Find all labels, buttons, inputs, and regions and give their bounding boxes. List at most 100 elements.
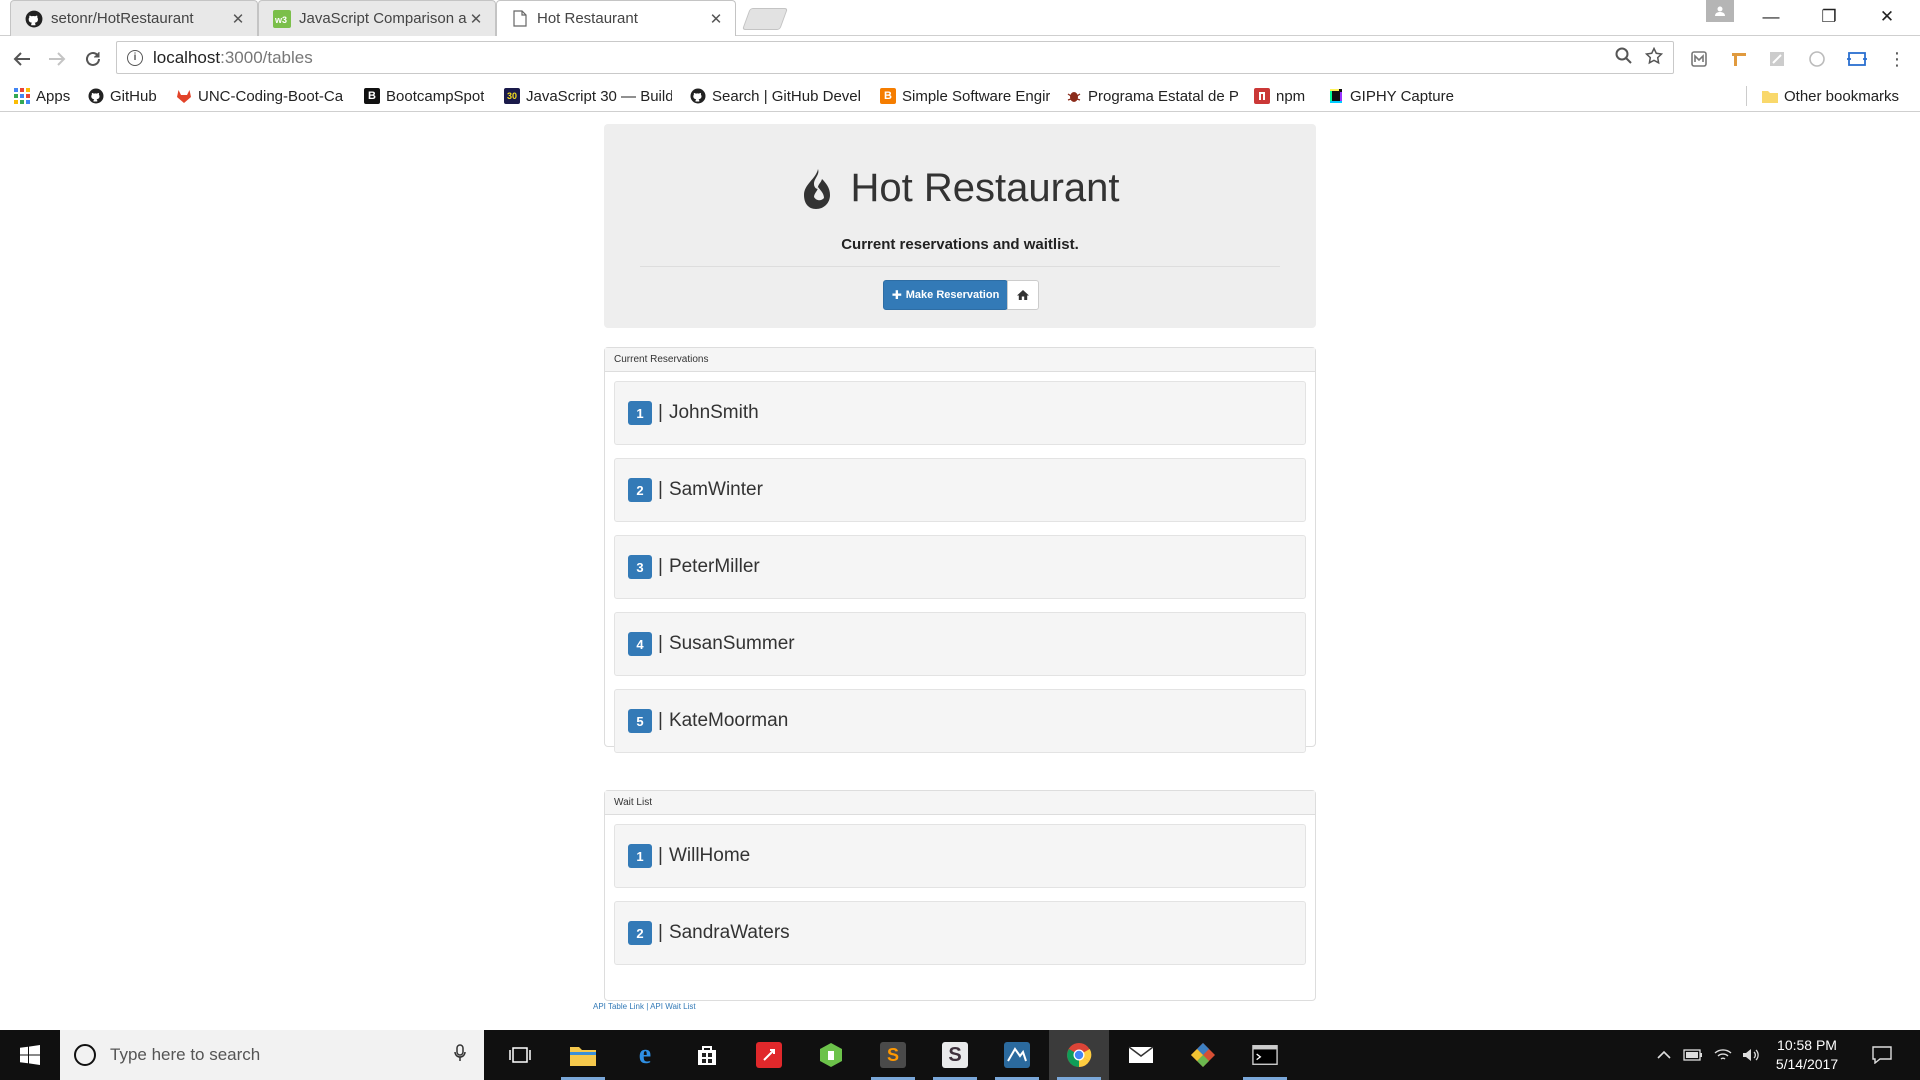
- apps-grid-icon: [14, 88, 30, 104]
- tab-title: Hot Restaurant: [537, 10, 638, 27]
- taskbar-node[interactable]: [801, 1030, 861, 1080]
- bookmark-giphy[interactable]: GIPHY Capture: [1328, 86, 1454, 106]
- start-button[interactable]: [0, 1030, 60, 1080]
- page-content: Hot Restaurant Current reservations and …: [0, 112, 1920, 1030]
- api-waitlist-link[interactable]: API Wait List: [650, 1002, 696, 1011]
- clock-date: 5/14/2017: [1775, 1056, 1839, 1072]
- page-icon: [511, 10, 529, 28]
- bookmark-apps[interactable]: Apps: [14, 86, 70, 106]
- folder-icon: [570, 1042, 596, 1068]
- separator: |: [658, 402, 663, 423]
- tab-w3schools[interactable]: w3 JavaScript Comparison and ✕: [258, 0, 496, 36]
- restore-button[interactable]: ❐: [1800, 0, 1858, 34]
- taskbar-edge[interactable]: e: [615, 1030, 675, 1080]
- bookmark-star-icon[interactable]: [1644, 46, 1664, 70]
- reservation-item: 5 | KateMoorman: [614, 689, 1306, 753]
- extension-icon[interactable]: [1688, 48, 1710, 70]
- tab-title: JavaScript Comparison and: [299, 10, 467, 27]
- reservation-item: 3 | PeterMiller: [614, 535, 1306, 599]
- bookmarks-divider: [1746, 86, 1747, 106]
- tab-hot-restaurant[interactable]: Hot Restaurant ✕: [496, 0, 736, 36]
- github-icon: [25, 10, 43, 28]
- task-view-button[interactable]: [490, 1030, 550, 1080]
- taskbar-sublime[interactable]: S: [863, 1030, 923, 1080]
- task-view-icon: [509, 1047, 531, 1063]
- bookmark-other[interactable]: Other bookmarks: [1762, 86, 1899, 106]
- bookmark-bootcampspot[interactable]: B BootcampSpot: [364, 86, 484, 106]
- battery-icon[interactable]: [1680, 1030, 1706, 1080]
- taskbar-mail[interactable]: [1111, 1030, 1171, 1080]
- bookmark-programa-estatal[interactable]: Programa Estatal de P: [1066, 86, 1238, 106]
- giphy-icon: [1328, 88, 1344, 104]
- tray-chevron-icon[interactable]: [1652, 1030, 1676, 1080]
- taskbar-chrome[interactable]: [1049, 1030, 1109, 1080]
- bookmark-github-search[interactable]: Search | GitHub Devel: [690, 86, 862, 106]
- back-arrow-icon[interactable]: [9, 46, 35, 72]
- windows-logo-icon: [20, 1045, 40, 1065]
- bookmark-simple-software[interactable]: B Simple Software Engir: [880, 86, 1050, 106]
- bookmark-label: GIPHY Capture: [1350, 87, 1454, 105]
- extension-icon[interactable]: [1766, 48, 1788, 70]
- separator: |: [658, 710, 663, 731]
- zoom-search-icon[interactable]: [1615, 47, 1633, 70]
- bookmark-github[interactable]: GitHub: [88, 86, 157, 106]
- taskbar-git[interactable]: [1173, 1030, 1233, 1080]
- extension-icon[interactable]: [1806, 48, 1828, 70]
- pdf-icon: [756, 1042, 782, 1068]
- tab-github[interactable]: setonr/HotRestaurant ✕: [10, 0, 258, 36]
- close-icon[interactable]: ✕: [229, 10, 247, 28]
- info-icon[interactable]: i: [127, 49, 143, 66]
- fire-icon: [804, 168, 831, 209]
- extension-icon[interactable]: [1728, 48, 1750, 70]
- wifi-icon[interactable]: [1710, 1030, 1736, 1080]
- edge-icon: e: [638, 1039, 652, 1070]
- taskbar-file-explorer[interactable]: [553, 1030, 613, 1080]
- plus-icon: ✚: [891, 288, 902, 302]
- microphone-icon[interactable]: [454, 1044, 466, 1067]
- taskbar-clock[interactable]: 10:58 PM 5/14/2017: [1762, 1036, 1852, 1074]
- reservation-number-badge: 2: [628, 478, 652, 502]
- waitlist-panel: Wait List 1 | WillHome 2 | SandraWaters: [604, 790, 1316, 1001]
- new-tab-button[interactable]: [741, 8, 789, 30]
- mail-icon: [1128, 1042, 1154, 1068]
- taskbar-pdf-app[interactable]: [739, 1030, 799, 1080]
- close-icon[interactable]: ✕: [467, 10, 485, 28]
- bookmark-label: Other bookmarks: [1784, 87, 1900, 105]
- make-reservation-button[interactable]: ✚ Make Reservation: [883, 280, 1008, 310]
- home-button[interactable]: [1007, 280, 1039, 310]
- jumbotron-header: Hot Restaurant Current reservations and …: [604, 124, 1316, 328]
- bookmark-javascript30[interactable]: 30 JavaScript 30 — Build: [504, 86, 672, 106]
- close-icon[interactable]: ✕: [707, 10, 725, 28]
- taskbar-store[interactable]: [677, 1030, 737, 1080]
- blogger-icon: B: [880, 88, 896, 104]
- volume-icon[interactable]: [1738, 1030, 1764, 1080]
- bookmark-npm[interactable]: npm: [1254, 86, 1305, 106]
- close-window-button[interactable]: ✕: [1858, 0, 1916, 34]
- address-bar[interactable]: i localhost:3000/tables: [116, 41, 1674, 74]
- taskbar-slack[interactable]: S: [925, 1030, 985, 1080]
- bookmark-unc-coding[interactable]: UNC-Coding-Boot-Ca: [176, 86, 348, 106]
- node-icon: [818, 1042, 844, 1068]
- bug-icon: [1066, 88, 1082, 104]
- bookmark-label: Simple Software Engir: [902, 87, 1050, 105]
- bookmark-label: Search | GitHub Devel: [712, 87, 861, 105]
- profile-icon[interactable]: [1706, 0, 1734, 22]
- taskbar-mysql-workbench[interactable]: [987, 1030, 1047, 1080]
- clock-time: 10:58 PM: [1777, 1037, 1837, 1053]
- taskbar-search-input[interactable]: Type here to search: [60, 1030, 484, 1080]
- js30-icon: 30: [504, 88, 520, 104]
- store-icon: [694, 1042, 720, 1068]
- mysql-workbench-icon: [1004, 1042, 1030, 1068]
- minimize-button[interactable]: —: [1742, 0, 1800, 34]
- forward-arrow-icon[interactable]: [44, 46, 70, 72]
- reload-icon[interactable]: [80, 46, 106, 72]
- menu-kebab-icon[interactable]: ⋮: [1886, 48, 1908, 70]
- extension-icon[interactable]: [1846, 48, 1868, 70]
- reservation-item: 1 | JohnSmith: [614, 381, 1306, 445]
- separator: |: [658, 479, 663, 500]
- api-table-link[interactable]: API Table Link: [593, 1002, 644, 1011]
- taskbar-terminal[interactable]: [1235, 1030, 1295, 1080]
- sublime-icon: S: [880, 1042, 906, 1068]
- action-center-icon[interactable]: [1862, 1030, 1902, 1080]
- reservations-heading: Current Reservations: [605, 348, 1315, 372]
